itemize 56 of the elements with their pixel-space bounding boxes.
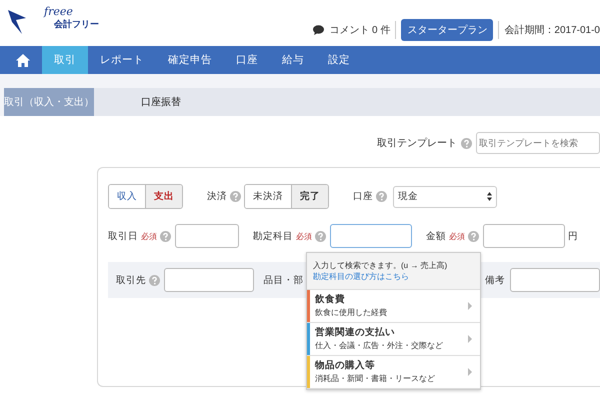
help-icon (160, 230, 171, 242)
required-label: 必須 (141, 230, 157, 242)
category-description: 飲食に使用した経費 (315, 307, 388, 318)
logo-script: freee (44, 6, 74, 18)
nav-tab[interactable]: 給与 (270, 46, 316, 74)
required-label: 必須 (449, 230, 465, 242)
nav-tab[interactable]: レポート (88, 46, 156, 74)
text-field[interactable] (483, 224, 565, 248)
plan-button[interactable]: スタータープラン (401, 19, 494, 41)
chevron-right-icon (468, 368, 472, 376)
item-label: 品目・部 (263, 274, 304, 286)
text-field[interactable] (175, 224, 239, 248)
settlement-option[interactable]: 完了 (291, 185, 328, 208)
category-item[interactable]: 飲食費 飲食に使用した経費 (307, 290, 480, 323)
template-search-field[interactable]: 取引テンプレートを検索 (476, 132, 600, 154)
logo-text: 会計フリー (54, 18, 99, 30)
partner-label: 取引先 (116, 274, 146, 286)
chevron-right-icon (468, 302, 472, 310)
nav-tab[interactable]: 設定 (316, 46, 362, 74)
settlement-label: 決済 (207, 190, 227, 203)
account-select[interactable]: 現金 (393, 186, 497, 208)
nav-tab[interactable]: 確定申告 (156, 46, 224, 74)
category-description: 仕入・会議・広告・外注・交際など (315, 340, 444, 351)
account-label: 口座 (353, 190, 373, 203)
nav-tab[interactable]: 口座 (224, 46, 270, 74)
category-title: 飲食費 (315, 294, 346, 305)
required-label: 必須 (296, 230, 312, 242)
help-link[interactable]: 勘定科目の選び方はこちら (313, 271, 409, 282)
category-item[interactable]: 物品の購入等 消耗品・新聞・書籍・リースなど (307, 356, 480, 389)
help-icon (230, 191, 241, 202)
help-icon (376, 191, 387, 202)
template-label: 取引テンプレート (377, 136, 457, 150)
category-title: 物品の購入等 (315, 360, 376, 371)
text-field[interactable] (330, 224, 412, 248)
speech-bubble-icon (313, 25, 324, 35)
memo-label: 備考 (485, 274, 505, 286)
memo-field[interactable] (510, 268, 600, 292)
category-item[interactable]: 営業関連の支払い 仕入・会議・広告・外注・交際など (307, 323, 480, 356)
search-hint: 入力して検索できます。(u → 売上高) (313, 260, 448, 271)
field-label: 金額 (426, 230, 446, 242)
updown-arrow-icon (487, 192, 492, 201)
home-icon (16, 54, 30, 66)
category-description: 消耗品・新聞・書籍・リースなど (315, 373, 436, 384)
chevron-right-icon (468, 335, 472, 343)
unit-label: 円 (568, 230, 578, 242)
partner-field[interactable] (164, 268, 254, 292)
help-icon (461, 138, 472, 148)
type-toggle-option[interactable]: 支出 (145, 185, 182, 208)
field-label: 取引日 (108, 230, 138, 242)
field-label: 勘定科目 (253, 230, 293, 242)
comment-count[interactable]: コメント 0 件 (329, 23, 390, 37)
help-icon (149, 274, 160, 286)
help-icon (315, 230, 326, 242)
help-icon (468, 230, 479, 242)
category-title: 営業関連の支払い (315, 327, 396, 338)
fiscal-period: 会計期間：2017-01-0 (504, 24, 600, 37)
